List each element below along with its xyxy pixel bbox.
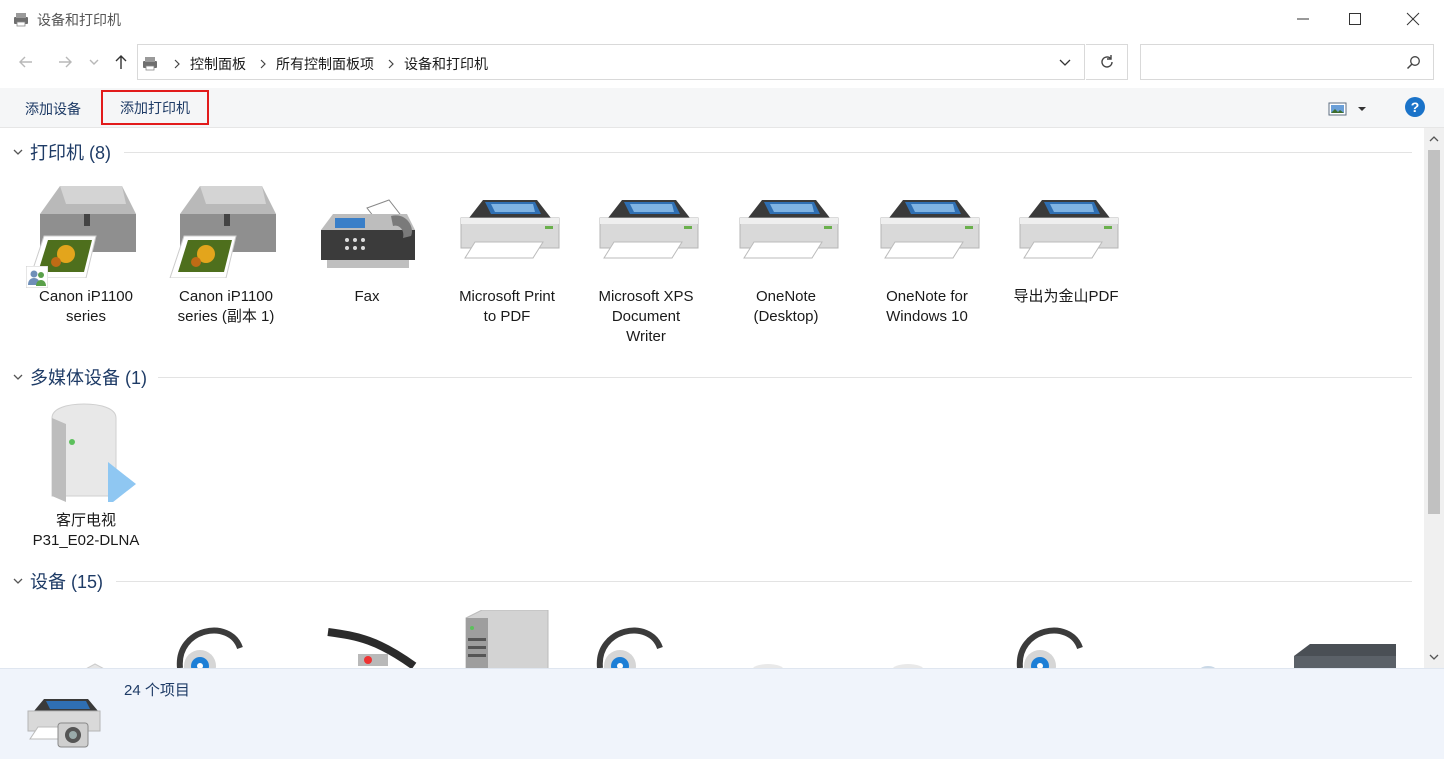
command-bar: 添加设备 添加打印机 ? <box>0 88 1444 128</box>
address-bar[interactable]: 控制面板 所有控制面板项 设备和打印机 <box>137 44 1085 80</box>
recent-locations-button[interactable] <box>86 50 102 74</box>
refresh-button[interactable] <box>1086 44 1128 80</box>
shared-users-icon <box>26 266 48 288</box>
chevron-right-icon[interactable] <box>254 55 272 73</box>
change-view-icon[interactable] <box>1328 101 1372 117</box>
search-input[interactable] <box>1147 51 1397 73</box>
vertical-scrollbar[interactable] <box>1424 128 1444 668</box>
device-microsoft-xps-writer[interactable]: Microsoft XPS Document Writer <box>576 178 716 347</box>
close-icon <box>1406 12 1420 26</box>
details-pane: 24 个项目 <box>0 668 1444 759</box>
group-header-printers[interactable]: 打印机 (8) <box>12 140 111 164</box>
group-divider <box>158 377 1412 378</box>
group-title: 多媒体设备 (1) <box>30 368 147 388</box>
item-count: 24 个项目 <box>124 682 190 699</box>
breadcrumb-control-panel[interactable]: 控制面板 <box>186 54 254 74</box>
minimize-button[interactable] <box>1280 0 1326 38</box>
device-icon[interactable] <box>60 660 130 668</box>
chevron-down-icon <box>13 374 23 380</box>
device-onenote-desktop[interactable]: OneNote (Desktop) <box>716 178 856 327</box>
devices-printers-icon <box>14 13 28 27</box>
device-label: 导出为金山PDF <box>1013 288 1119 305</box>
chevron-right-icon[interactable] <box>382 55 400 73</box>
device-label: Microsoft Print to PDF <box>459 288 555 325</box>
close-button[interactable] <box>1390 0 1436 38</box>
device-onenote-win10[interactable]: OneNote for Windows 10 <box>857 178 997 327</box>
printer-icon <box>460 200 560 259</box>
chevron-down-icon <box>13 578 23 584</box>
chevron-down-icon <box>13 149 23 155</box>
headset-icon[interactable] <box>1010 618 1090 668</box>
device-label: OneNote for Windows 10 <box>886 288 968 325</box>
device-canon-ip1100[interactable]: Canon iP1100 series <box>16 178 156 327</box>
group-divider <box>124 152 1412 153</box>
device-export-wps-pdf[interactable]: 导出为金山PDF <box>996 178 1136 307</box>
group-header-multimedia[interactable]: 多媒体设备 (1) <box>12 365 147 389</box>
headset-icon[interactable] <box>590 618 670 668</box>
arrow-left-icon <box>19 56 32 68</box>
search-icon[interactable] <box>1406 55 1421 70</box>
breadcrumb: 控制面板 所有控制面板项 设备和打印机 <box>168 54 496 74</box>
printer-icon <box>880 200 980 259</box>
headset-icon[interactable] <box>170 618 250 668</box>
device-label: OneNote (Desktop) <box>753 288 819 325</box>
maximize-button[interactable] <box>1332 0 1378 38</box>
fax-icon <box>321 199 415 268</box>
devices-printers-icon <box>27 699 101 748</box>
device-label: Canon iP1100 series <box>39 288 133 325</box>
printer-icon <box>1019 200 1119 259</box>
device-microsoft-print-to-pdf[interactable]: Microsoft Print to PDF <box>437 178 577 327</box>
device-label: Canon iP1100 series (副本 1) <box>177 288 275 325</box>
maximize-icon <box>1349 13 1361 25</box>
refresh-icon <box>1100 55 1113 68</box>
device-label: Microsoft XPS Document Writer <box>598 288 694 345</box>
breadcrumb-devices-printers[interactable]: 设备和打印机 <box>400 54 496 74</box>
device-label: Fax <box>354 288 380 305</box>
inkjet-printer-icon <box>169 186 276 279</box>
device-label: 客厅电视 P31_E02-DLNA <box>32 512 140 549</box>
devices-and-printers-window: 设备和打印机 控制面板 所有控制面板项 设备和打印机 添加设备 添加打印机 ? … <box>0 0 1444 759</box>
device-canon-ip1100-copy1[interactable]: Canon iP1100 series (副本 1) <box>156 178 296 327</box>
scroll-down-icon[interactable] <box>1428 652 1440 662</box>
cable-icon[interactable] <box>318 626 428 668</box>
printer-icon <box>599 200 699 259</box>
back-button[interactable] <box>14 50 38 74</box>
chevron-down-icon[interactable] <box>1058 55 1072 69</box>
scroll-thumb[interactable] <box>1428 150 1440 514</box>
up-button[interactable] <box>109 50 133 74</box>
arrow-up-icon <box>115 55 127 69</box>
chevron-right-icon[interactable] <box>168 55 186 73</box>
monitor-icon[interactable] <box>1290 642 1400 668</box>
group-title: 设备 (15) <box>30 572 104 592</box>
window-title: 设备和打印机 <box>37 12 121 28</box>
printer-icon <box>739 200 839 259</box>
search-box <box>1140 44 1434 80</box>
add-device-button[interactable]: 添加设备 <box>25 99 81 119</box>
media-server-icon <box>51 403 136 506</box>
inkjet-printer-icon <box>29 186 136 279</box>
breadcrumb-all-items[interactable]: 所有控制面板项 <box>272 54 382 74</box>
help-button[interactable]: ? <box>1405 97 1425 117</box>
scroll-up-icon[interactable] <box>1428 134 1440 144</box>
arrow-right-icon <box>59 56 72 68</box>
forward-button[interactable] <box>53 50 77 74</box>
navigation-bar: 控制面板 所有控制面板项 设备和打印机 <box>0 38 1444 86</box>
device-fax[interactable]: Fax <box>297 178 437 307</box>
devices-printers-icon <box>143 57 157 71</box>
device-living-room-tv[interactable]: 客厅电视 P31_E02-DLNA <box>16 402 156 551</box>
group-title: 打印机 (8) <box>30 143 111 163</box>
add-printer-button[interactable]: 添加打印机 <box>101 90 209 125</box>
computer-icon[interactable] <box>462 610 550 668</box>
device-list: 打印机 (8) Canon iP1100 series Canon iP1100… <box>0 128 1424 668</box>
group-divider <box>116 581 1412 582</box>
group-header-devices[interactable]: 设备 (15) <box>12 569 103 593</box>
chevron-down-icon <box>89 59 99 65</box>
minimize-icon <box>1297 18 1309 20</box>
title-bar: 设备和打印机 <box>0 0 1444 38</box>
